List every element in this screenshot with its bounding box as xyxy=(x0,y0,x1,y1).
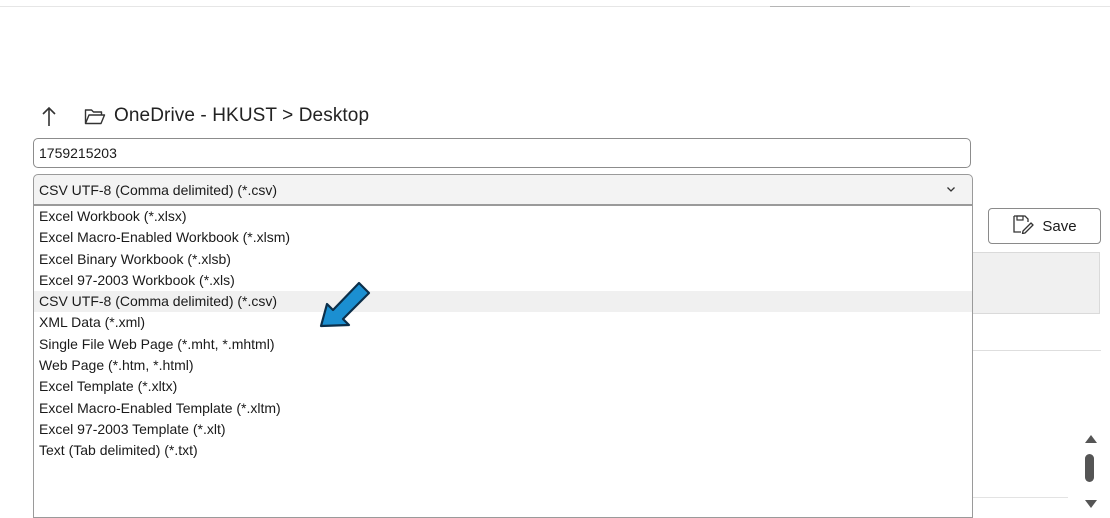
file-type-option[interactable]: Web Page (*.htm, *.html) xyxy=(34,355,972,376)
window-top-border xyxy=(0,0,1110,7)
divider xyxy=(973,497,1068,498)
save-button-label: Save xyxy=(1042,217,1077,235)
window-top-accent xyxy=(770,0,910,7)
file-type-option[interactable]: Excel Macro-Enabled Workbook (*.xlsm) xyxy=(34,227,972,248)
file-name-input[interactable] xyxy=(33,138,971,168)
save-button[interactable]: Save xyxy=(988,208,1101,244)
file-type-option-selected[interactable]: CSV UTF-8 (Comma delimited) (*.csv) xyxy=(34,291,972,313)
side-panel xyxy=(973,252,1100,314)
file-type-option[interactable]: Excel Macro-Enabled Template (*.xltm) xyxy=(34,398,972,419)
file-type-dropdown: Excel Workbook (*.xlsx) Excel Macro-Enab… xyxy=(33,205,973,518)
file-type-option[interactable]: Single File Web Page (*.mht, *.mhtml) xyxy=(34,334,972,355)
file-type-select[interactable]: CSV UTF-8 (Comma delimited) (*.csv) xyxy=(33,174,973,205)
divider xyxy=(973,350,1101,351)
breadcrumb: OneDrive - HKUST > Desktop xyxy=(38,102,369,130)
save-icon xyxy=(1012,214,1035,239)
chevron-down-icon xyxy=(946,186,960,193)
scroll-up-icon[interactable] xyxy=(1083,433,1099,445)
file-type-option[interactable]: Excel Workbook (*.xlsx) xyxy=(34,206,972,227)
pointer-arrow-icon xyxy=(319,281,371,328)
file-type-option[interactable]: Excel Binary Workbook (*.xlsb) xyxy=(34,249,972,270)
file-type-option[interactable]: Excel 97-2003 Workbook (*.xls) xyxy=(34,270,972,291)
folder-open-icon xyxy=(84,107,106,125)
file-type-option[interactable]: Excel Template (*.xltx) xyxy=(34,376,972,397)
scrollbar-thumb[interactable] xyxy=(1085,454,1094,482)
scroll-down-icon[interactable] xyxy=(1083,498,1099,510)
file-type-option[interactable]: XML Data (*.xml) xyxy=(34,312,972,333)
file-type-selected: CSV UTF-8 (Comma delimited) (*.csv) xyxy=(39,181,278,198)
file-type-option[interactable]: Text (Tab delimited) (*.txt) xyxy=(34,440,972,461)
breadcrumb-path[interactable]: OneDrive - HKUST > Desktop xyxy=(114,105,369,127)
arrow-up-icon[interactable] xyxy=(38,103,60,129)
file-type-option[interactable]: Excel 97-2003 Template (*.xlt) xyxy=(34,419,972,440)
